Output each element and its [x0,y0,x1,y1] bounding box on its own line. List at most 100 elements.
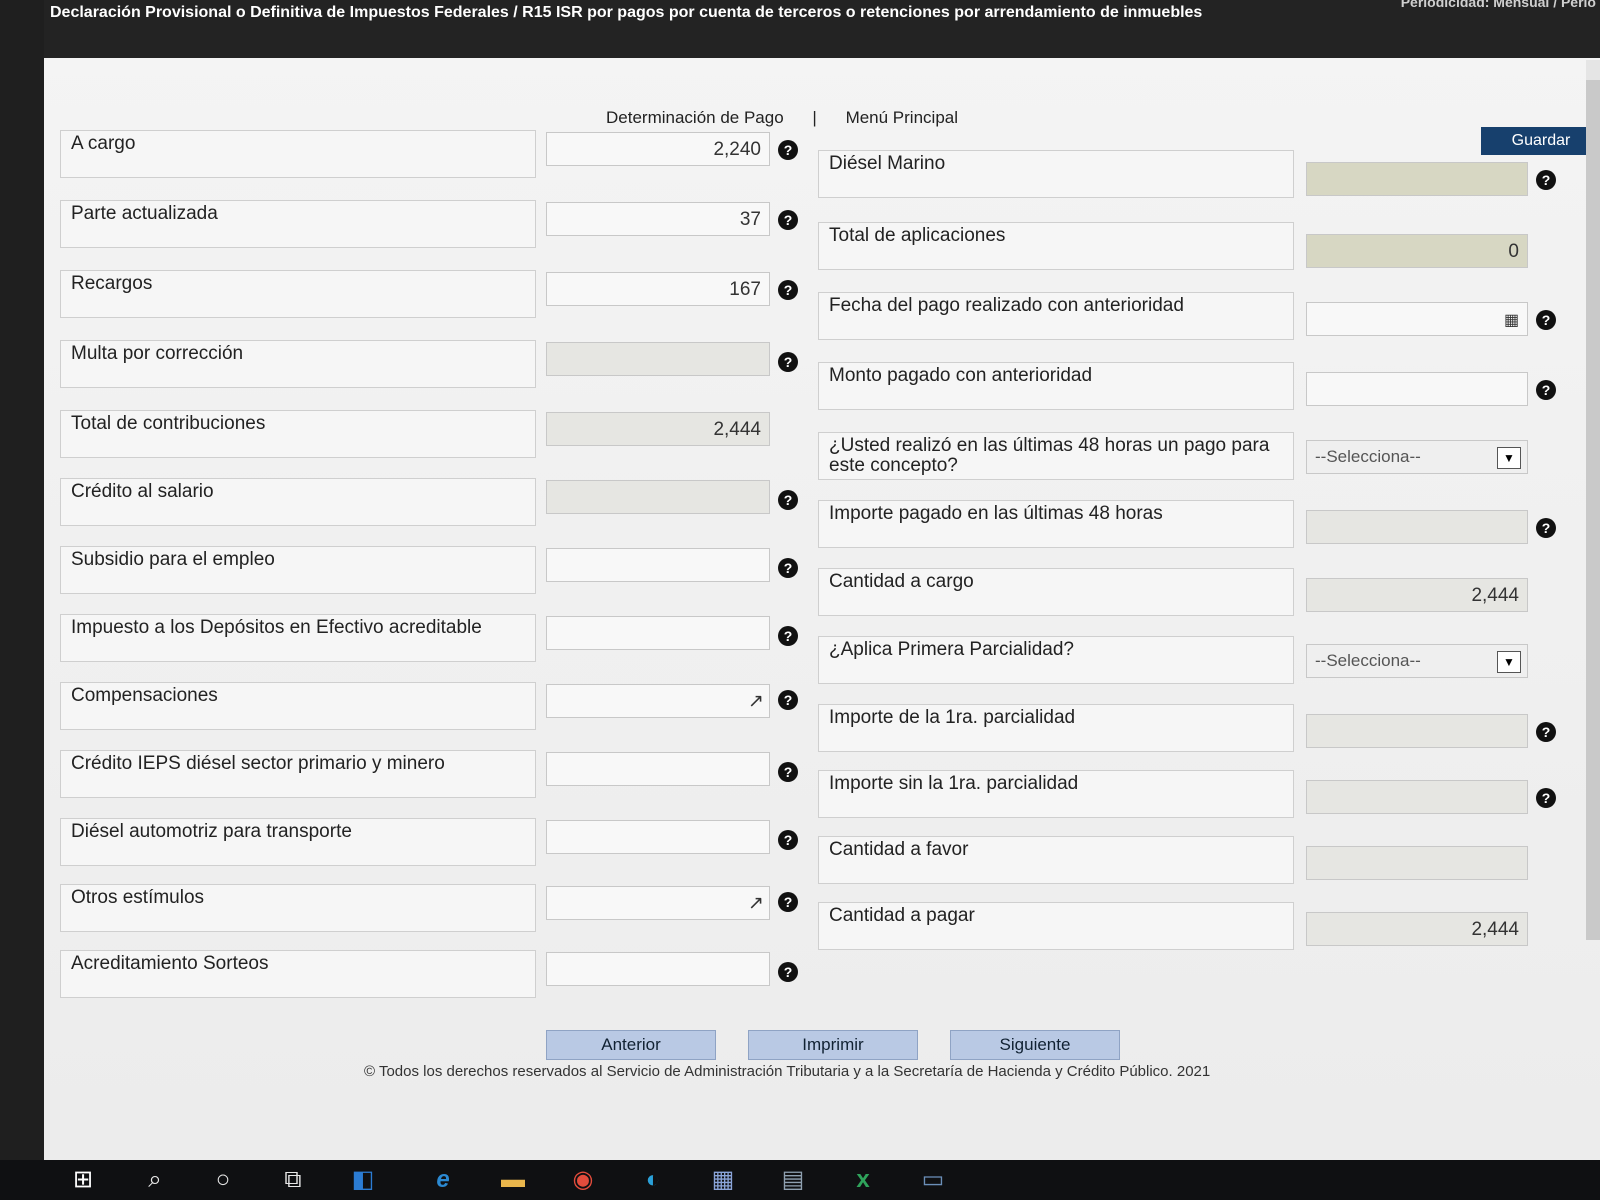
anterior-button[interactable]: Anterior [546,1030,716,1060]
row-credito-ieps: Crédito IEPS diésel sector primario y mi… [60,750,800,802]
field-diesel-automotriz[interactable] [546,820,770,854]
chevron-down-icon[interactable]: ▼ [1497,447,1521,469]
help-icon[interactable]: ? [778,830,798,850]
field-ide[interactable] [546,616,770,650]
field-cantidad-cargo: 2,444 [1306,578,1528,612]
row-fecha-pago: Fecha del pago realizado con anteriorida… [818,292,1578,344]
label-acreditamiento-sorteos: Acreditamiento Sorteos [60,950,536,998]
field-diesel-marino[interactable] [1306,162,1528,196]
help-icon[interactable]: ? [1536,788,1556,808]
label-otros-estimulos: Otros estímulos [60,884,536,932]
search-icon[interactable]: ⌕ [138,1166,172,1194]
external-link-icon[interactable]: ↗ [748,892,764,915]
windows-start-icon[interactable]: ⊞ [66,1166,100,1194]
chevron-down-icon[interactable]: ▼ [1497,651,1521,673]
window-title: Declaración Provisional o Definitiva de … [50,4,1203,21]
field-importe-1ra [1306,714,1528,748]
row-multa: Multa por corrección ? [60,340,800,392]
row-compensaciones: Compensaciones ↗ ? [60,682,800,734]
row-acreditamiento-sorteos: Acreditamiento Sorteos ? [60,950,800,1002]
app-icon[interactable]: ▭ [916,1166,950,1194]
top-nav: Determinación de Pago | Menú Principal [594,108,970,128]
select-primera-parcialidad[interactable]: --Selecciona-- ▼ [1306,644,1528,678]
select-pago-48-horas[interactable]: --Selecciona-- ▼ [1306,440,1528,474]
chrome-icon[interactable]: ◉ [566,1166,600,1194]
outlook-icon[interactable]: ◧ [346,1166,380,1194]
help-icon[interactable]: ? [778,210,798,230]
select-value: --Selecciona-- [1315,447,1421,466]
scrollbar-thumb[interactable] [1586,80,1600,940]
help-icon[interactable]: ? [778,352,798,372]
task-view-icon[interactable]: ⧉ [276,1166,310,1194]
row-importe-1ra: Importe de la 1ra. parcialidad ? [818,704,1578,756]
imprimir-button[interactable]: Imprimir [748,1030,918,1060]
help-icon[interactable]: ? [778,140,798,160]
store-icon[interactable]: ▦ [706,1166,740,1194]
help-icon[interactable]: ? [778,892,798,912]
row-credito-salario: Crédito al salario ? [60,478,800,530]
row-primera-parcialidad: ¿Aplica Primera Parcialidad? --Seleccion… [818,636,1578,688]
label-recargos: Recargos [60,270,536,318]
field-total-aplicaciones: 0 [1306,234,1528,268]
field-acreditamiento-sorteos[interactable] [546,952,770,986]
row-parte-actualizada: Parte actualizada 37 ? [60,200,800,252]
field-a-cargo[interactable]: 2,240 [546,132,770,166]
label-ide: Impuesto a los Depósitos en Efectivo acr… [60,614,536,662]
row-ide: Impuesto a los Depósitos en Efectivo acr… [60,614,800,666]
nav-determinacion[interactable]: Determinación de Pago [606,108,784,127]
nav-menu-principal[interactable]: Menú Principal [846,108,958,127]
field-subsidio[interactable] [546,548,770,582]
help-icon[interactable]: ? [778,558,798,578]
footer-copyright: © Todos los derechos reservados al Servi… [364,1063,1211,1080]
label-cantidad-favor: Cantidad a favor [818,836,1294,884]
file-explorer-icon[interactable]: ▬ [496,1166,530,1194]
label-monto-anterioridad: Monto pagado con anterioridad [818,362,1294,410]
help-icon[interactable]: ? [1536,518,1556,538]
field-parte-actualizada[interactable]: 37 [546,202,770,236]
field-compensaciones[interactable] [546,684,770,718]
excel-icon[interactable]: x [846,1166,880,1194]
help-icon[interactable]: ? [778,626,798,646]
field-recargos[interactable]: 167 [546,272,770,306]
taskbar: ⊞ ⌕ ○ ⧉ ◧ e ▬ ◉ ◐ ▦ ▤ x ▭ [0,1160,1600,1200]
help-icon[interactable]: ? [778,762,798,782]
field-credito-salario [546,480,770,514]
help-icon[interactable]: ? [778,962,798,982]
label-multa: Multa por corrección [60,340,536,388]
row-total-contribuciones: Total de contribuciones 2,444 [60,410,800,462]
label-importe-sin-1ra: Importe sin la 1ra. parcialidad [818,770,1294,818]
field-importe-sin-1ra [1306,780,1528,814]
label-total-contribuciones: Total de contribuciones [60,410,536,458]
title-bar: Declaración Provisional o Definitiva de … [44,0,1600,58]
calculator-icon[interactable]: ▤ [776,1166,810,1194]
field-fecha-pago[interactable] [1306,302,1528,336]
label-total-aplicaciones: Total de aplicaciones [818,222,1294,270]
help-icon[interactable]: ? [1536,310,1556,330]
field-credito-ieps[interactable] [546,752,770,786]
field-cantidad-pagar: 2,444 [1306,912,1528,946]
siguiente-button[interactable]: Siguiente [950,1030,1120,1060]
edge-icon[interactable]: ◐ [636,1166,670,1194]
cortana-icon[interactable]: ○ [206,1166,240,1194]
row-diesel-automotriz: Diésel automotriz para transporte ? [60,818,800,870]
label-importe-48-horas: Importe pagado en las últimas 48 horas [818,500,1294,548]
help-icon[interactable]: ? [1536,170,1556,190]
label-parte-actualizada: Parte actualizada [60,200,536,248]
external-link-icon[interactable]: ↗ [748,690,764,713]
row-diesel-marino: Diésel Marino ? [818,150,1578,202]
label-credito-salario: Crédito al salario [60,478,536,526]
select-value: --Selecciona-- [1315,651,1421,670]
help-icon[interactable]: ? [778,490,798,510]
row-a-cargo: A cargo 2,240 ? [60,130,800,182]
app-window: Declaración Provisional o Definitiva de … [44,0,1600,1160]
field-otros-estimulos[interactable] [546,886,770,920]
help-icon[interactable]: ? [1536,722,1556,742]
field-monto-anterioridad[interactable] [1306,372,1528,406]
help-icon[interactable]: ? [778,280,798,300]
edge-legacy-icon[interactable]: e [426,1166,460,1194]
help-icon[interactable]: ? [778,690,798,710]
label-fecha-pago: Fecha del pago realizado con anteriorida… [818,292,1294,340]
label-credito-ieps: Crédito IEPS diésel sector primario y mi… [60,750,536,798]
label-importe-1ra: Importe de la 1ra. parcialidad [818,704,1294,752]
help-icon[interactable]: ? [1536,380,1556,400]
